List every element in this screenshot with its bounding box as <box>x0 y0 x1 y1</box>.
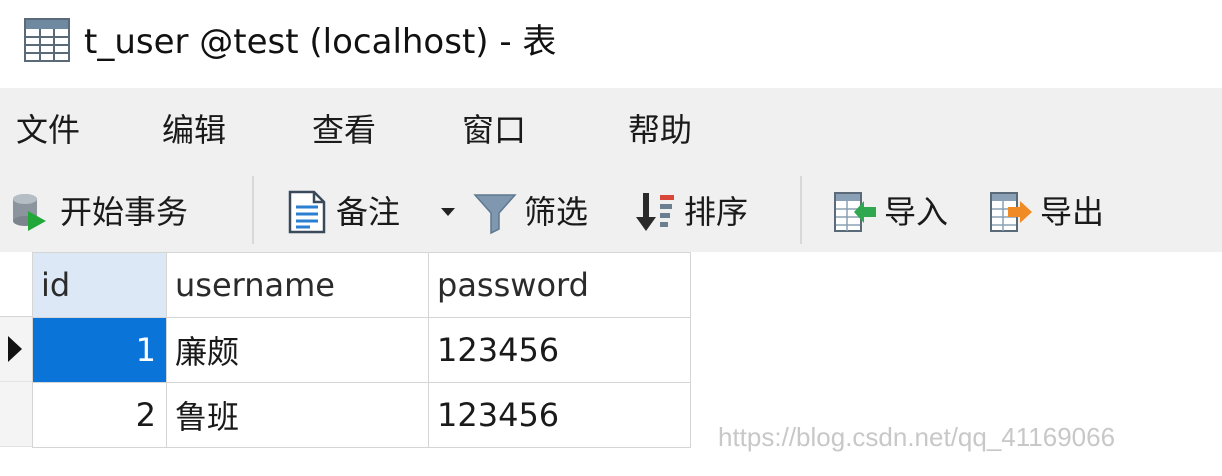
chevron-down-icon[interactable] <box>438 202 458 222</box>
header-corner <box>0 252 32 317</box>
cell-username[interactable]: 鲁班 <box>166 382 429 448</box>
cell-username[interactable]: 廉颇 <box>166 317 429 383</box>
filter-button[interactable]: 筛选 <box>472 182 588 242</box>
cell-id[interactable]: 2 <box>32 382 167 448</box>
header-row: id username password <box>32 252 691 318</box>
window-title: t_user @test (localhost) - 表 <box>84 22 557 62</box>
begin-transaction-label: 开始事务 <box>60 193 189 231</box>
menu-window[interactable]: 窗口 <box>462 110 526 150</box>
cell-password[interactable]: 123456 <box>428 317 691 383</box>
table-icon <box>24 18 70 62</box>
filter-icon <box>473 194 517 235</box>
memo-button[interactable]: 备注 <box>284 182 400 242</box>
import-button[interactable]: 导入 <box>832 182 948 242</box>
menu-file[interactable]: 文件 <box>16 110 80 150</box>
row-marker[interactable] <box>0 382 32 447</box>
current-row-arrow-icon <box>8 336 22 362</box>
memo-icon <box>288 190 326 234</box>
export-icon <box>990 192 1032 232</box>
menu-view[interactable]: 查看 <box>312 110 376 150</box>
memo-label: 备注 <box>336 193 401 231</box>
menu-edit[interactable]: 编辑 <box>162 110 226 150</box>
sort-button[interactable]: 排序 <box>632 182 748 242</box>
import-label: 导入 <box>884 193 949 231</box>
begin-transaction-button[interactable]: 开始事务 <box>8 182 188 242</box>
column-header-id[interactable]: id <box>32 252 167 318</box>
sort-label: 排序 <box>684 193 749 231</box>
begin-transaction-icon <box>13 194 46 231</box>
column-header-username[interactable]: username <box>166 252 429 318</box>
app-window: t_user @test (localhost) - 表 文件 编辑 查看 窗口… <box>0 0 1222 476</box>
watermark-text: https://blog.csdn.net/qq_41169066 <box>718 422 1116 452</box>
column-header-password[interactable]: password <box>428 252 691 318</box>
table-row[interactable]: 1 廉颇 123456 <box>32 317 691 383</box>
toolbar: 开始事务 备注 筛选 排序 导入 导出 <box>0 172 1222 252</box>
row-marker-column <box>0 252 32 448</box>
toolbar-separator <box>800 176 802 244</box>
title-bar: t_user @test (localhost) - 表 <box>0 0 1222 88</box>
table-row[interactable]: 2 鲁班 123456 <box>32 382 691 448</box>
menu-help[interactable]: 帮助 <box>628 110 692 150</box>
menu-bar: 文件 编辑 查看 窗口 帮助 <box>0 88 1222 172</box>
row-marker[interactable] <box>0 317 32 382</box>
sort-icon <box>636 193 674 231</box>
filter-label: 筛选 <box>524 193 589 231</box>
import-icon <box>834 192 876 232</box>
records-table: id username password 1 廉颇 123456 2 鲁班 12… <box>32 252 691 448</box>
cell-id[interactable]: 1 <box>32 317 167 383</box>
export-label: 导出 <box>1040 193 1105 231</box>
cell-password[interactable]: 123456 <box>428 382 691 448</box>
export-button[interactable]: 导出 <box>988 182 1104 242</box>
toolbar-separator <box>252 176 254 244</box>
